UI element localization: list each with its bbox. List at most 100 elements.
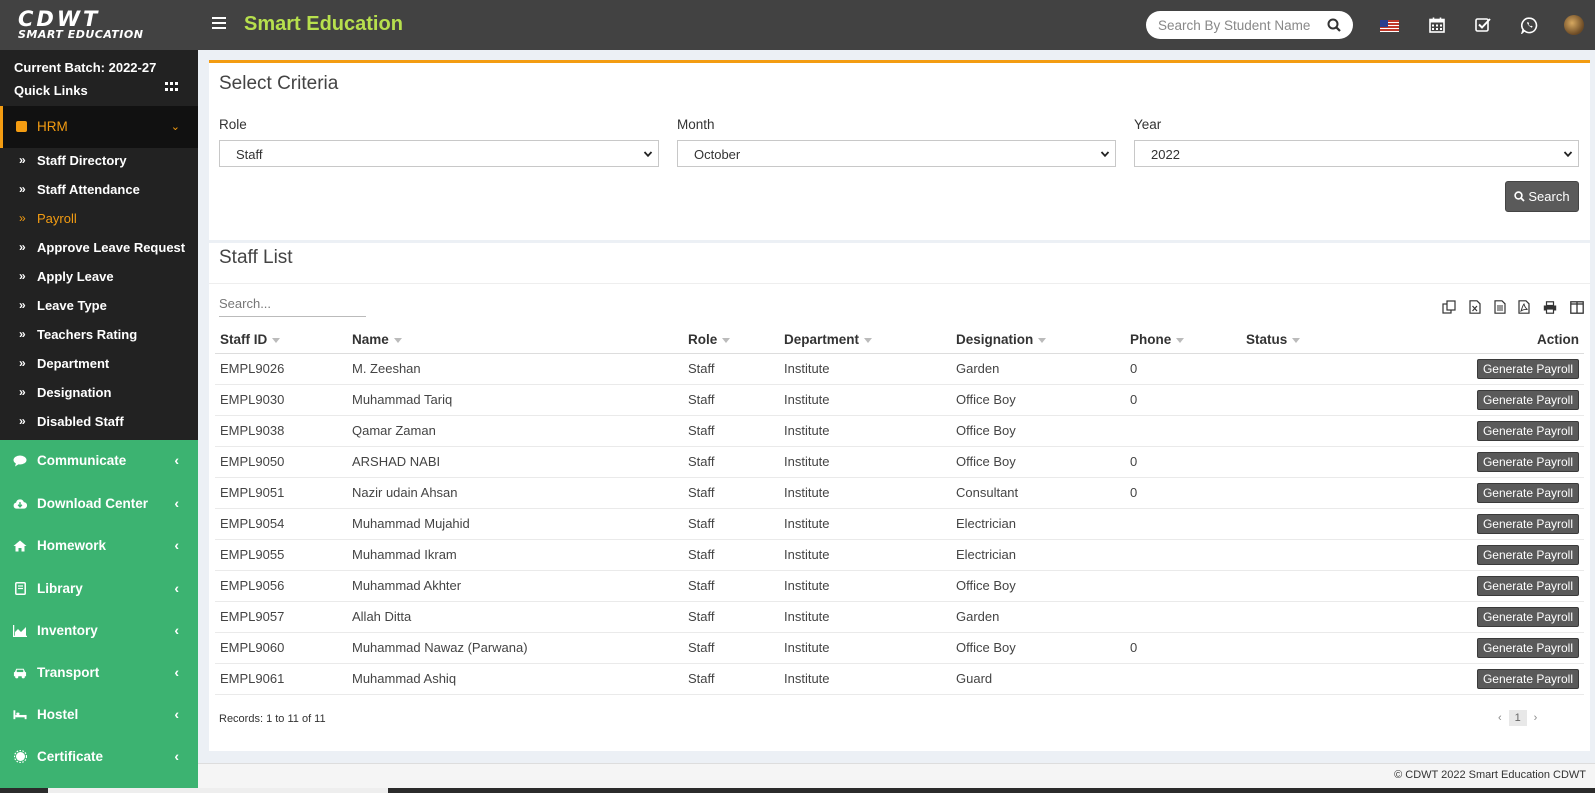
sidebar-section-hostel[interactable]: Hostel ‹ <box>0 694 198 737</box>
sidebar-item-disabled-staff[interactable]: » Disabled Staff <box>0 408 198 437</box>
columns-icon[interactable] <box>1570 300 1584 314</box>
column-header-status[interactable]: Status <box>1241 326 1409 354</box>
sidebar-section-library[interactable]: Library ‹ <box>0 568 198 611</box>
avatar[interactable] <box>1564 15 1584 35</box>
name-cell: Nazir udain Ahsan <box>347 477 683 509</box>
designation-cell: Consultant <box>951 477 1125 509</box>
search-icon[interactable] <box>1327 18 1341 35</box>
sidebar-item-leave-type[interactable]: » Leave Type <box>0 292 198 321</box>
whatsapp-icon[interactable] <box>1520 16 1538 34</box>
generate-payroll-button[interactable]: Generate Payroll <box>1476 606 1579 627</box>
role-cell: Staff <box>683 353 779 385</box>
generate-payroll-button[interactable]: Generate Payroll <box>1476 420 1579 441</box>
comments-icon <box>13 454 27 467</box>
page-number[interactable]: 1 <box>1508 710 1527 726</box>
hrm-icon <box>16 121 27 132</box>
prev-page-icon[interactable]: ‹ <box>1498 712 1502 724</box>
staff-list-panel: Staff List Staff ID Name Role Department… <box>209 243 1590 751</box>
generate-payroll-button[interactable]: Generate Payroll <box>1476 637 1579 658</box>
calendar-icon[interactable] <box>1428 16 1446 34</box>
table-search-input[interactable] <box>219 296 364 311</box>
sidebar-item-apply-leave[interactable]: » Apply Leave <box>0 263 198 292</box>
sidebar-section-homework[interactable]: Homework ‹ <box>0 525 198 568</box>
column-header-phone[interactable]: Phone <box>1125 326 1241 354</box>
sidebar-item-staff-attendance[interactable]: » Staff Attendance <box>0 176 198 205</box>
chevron-left-icon: ‹ <box>174 495 179 511</box>
chevron-down-icon <box>1563 151 1573 158</box>
column-header-name[interactable]: Name <box>347 326 683 354</box>
sidebar-section-hrm[interactable]: HRM ⌄ <box>0 106 198 148</box>
sidebar-item-payroll[interactable]: » Payroll <box>0 205 198 234</box>
column-header-department[interactable]: Department <box>779 326 951 354</box>
department-cell: Institute <box>779 384 951 416</box>
certificate-icon <box>13 750 27 763</box>
column-header-staff-id[interactable]: Staff ID <box>215 326 347 354</box>
menu-toggle-icon[interactable] <box>212 17 226 29</box>
student-search-input[interactable] <box>1158 16 1318 34</box>
table-row: EMPL9060 Muhammad Nawaz (Parwana) Staff Ins… <box>215 632 1584 664</box>
sidebar: Current Batch: 2022-27 Quick Links HRM ⌄… <box>0 50 198 793</box>
quick-links[interactable]: Quick Links <box>14 83 88 98</box>
pdf-icon[interactable] <box>1518 300 1530 314</box>
phone-cell: 0 <box>1125 477 1241 509</box>
table-row: EMPL9057 Allah Ditta Staff Institute Garden G… <box>215 601 1584 633</box>
double-chevron-right-icon: » <box>19 356 26 370</box>
table-row: EMPL9051 Nazir udain Ahsan Staff Institute C… <box>215 477 1584 509</box>
table-row: EMPL9054 Muhammad Mujahid Staff Institute El… <box>215 508 1584 540</box>
designation-cell: Office Boy <box>951 446 1125 478</box>
designation-cell: Garden <box>951 601 1125 633</box>
generate-payroll-button[interactable]: Generate Payroll <box>1476 389 1579 410</box>
chevron-down-icon: ⌄ <box>170 121 180 133</box>
sidebar-section-transport[interactable]: Transport ‹ <box>0 652 198 695</box>
sidebar-section-communicate[interactable]: Communicate ‹ <box>0 440 198 483</box>
department-cell: Institute <box>779 508 951 540</box>
sidebar-item-department[interactable]: » Department <box>0 350 198 379</box>
designation-cell: Garden <box>951 353 1125 385</box>
generate-payroll-button[interactable]: Generate Payroll <box>1476 482 1579 503</box>
search-button[interactable]: Search <box>1505 181 1579 212</box>
sidebar-item-label: Leave Type <box>37 298 107 313</box>
column-header-designation[interactable]: Designation <box>951 326 1125 354</box>
bottom-bar <box>0 788 1595 793</box>
grid-icon[interactable] <box>165 82 178 92</box>
column-header-role[interactable]: Role <box>683 326 779 354</box>
generate-payroll-button[interactable]: Generate Payroll <box>1476 668 1579 689</box>
sidebar-item-approve-leave-request[interactable]: » Approve Leave Request <box>0 234 198 263</box>
logo-line2: SMART EDUCATION <box>18 27 144 41</box>
table-row: EMPL9038 Qamar Zaman Staff Institute Office … <box>215 415 1584 447</box>
role-select[interactable]: Staff <box>219 140 659 167</box>
year-select[interactable]: 2022 <box>1134 140 1579 167</box>
excel-icon[interactable] <box>1469 300 1481 314</box>
logo[interactable]: CDWT SMART EDUCATION <box>0 0 198 50</box>
staff-id-cell: EMPL9057 <box>215 601 347 633</box>
sidebar-section-download-center[interactable]: Download Center ‹ <box>0 483 198 526</box>
generate-payroll-button[interactable]: Generate Payroll <box>1476 451 1579 472</box>
csv-icon[interactable] <box>1493 300 1506 314</box>
name-cell: ARSHAD NABI <box>347 446 683 478</box>
sidebar-section-certificate[interactable]: Certificate ‹ <box>0 736 198 779</box>
copy-icon[interactable] <box>1442 300 1456 314</box>
double-chevron-right-icon: » <box>19 327 26 341</box>
sidebar-item-staff-directory[interactable]: » Staff Directory <box>0 147 198 176</box>
generate-payroll-button[interactable]: Generate Payroll <box>1476 544 1579 565</box>
next-page-icon[interactable]: › <box>1534 712 1538 724</box>
checkbox-icon[interactable] <box>1474 16 1492 34</box>
sidebar-item-designation[interactable]: » Designation <box>0 379 198 408</box>
sidebar-section-inventory[interactable]: Inventory ‹ <box>0 610 198 653</box>
month-select[interactable]: October <box>677 140 1116 167</box>
sidebar-item-label: Department <box>37 356 110 371</box>
flag-us-icon[interactable] <box>1380 20 1399 32</box>
staff-id-cell: EMPL9061 <box>215 663 347 695</box>
cloud-download-icon <box>13 497 27 510</box>
generate-payroll-button[interactable]: Generate Payroll <box>1476 358 1579 379</box>
generate-payroll-button[interactable]: Generate Payroll <box>1476 513 1579 534</box>
action-cell: Generate Payroll <box>1409 415 1584 447</box>
department-cell: Institute <box>779 477 951 509</box>
print-icon[interactable] <box>1543 300 1557 314</box>
action-cell: Generate Payroll <box>1409 446 1584 478</box>
column-header-label: Department <box>784 331 860 347</box>
role-cell: Staff <box>683 415 779 447</box>
sidebar-item-teachers-rating[interactable]: » Teachers Rating <box>0 321 198 350</box>
department-cell: Institute <box>779 446 951 478</box>
generate-payroll-button[interactable]: Generate Payroll <box>1476 575 1579 596</box>
